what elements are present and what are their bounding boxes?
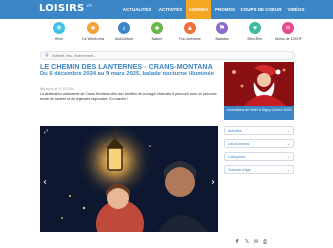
filter-lieu-cantons-select[interactable]: Lieu/Cantons ⌄ bbox=[224, 139, 294, 148]
article-hero-image[interactable]: ⤢ ‹ › bbox=[40, 126, 218, 232]
nav-item-promos[interactable]: PROMOS bbox=[212, 0, 238, 19]
search-input[interactable] bbox=[52, 52, 282, 59]
nav-item-actualites[interactable]: ACTUALITÉS bbox=[120, 0, 154, 19]
nav-item-agenda[interactable]: AGENDA bbox=[186, 0, 211, 19]
wellness-icon: ♥ bbox=[249, 22, 261, 34]
article-date: Mis à jour le 17.10.2024 bbox=[40, 87, 75, 91]
filter-activites-select[interactable]: Activités ⌄ bbox=[224, 126, 294, 135]
print-icon[interactable]: ⎙ bbox=[263, 239, 267, 245]
logo-text: LOISIRS bbox=[39, 3, 85, 14]
filter-categories-select[interactable]: Catégories ⌄ bbox=[224, 152, 294, 161]
category-label: Art&Culture bbox=[114, 37, 134, 41]
chevron-down-icon: ⌄ bbox=[286, 154, 290, 159]
select-value: Lieu/Cantons bbox=[228, 142, 250, 146]
select-value: Catégories bbox=[228, 155, 246, 159]
category-label: Ce Week-end bbox=[82, 37, 104, 41]
ad-caption: Animations de Noël à Signy Centre 2024 bbox=[224, 106, 294, 120]
price-icon: ¤ bbox=[282, 22, 294, 34]
category-label: Nature bbox=[151, 37, 163, 41]
category-nature[interactable]: ♣ Nature bbox=[144, 22, 170, 41]
leaf-icon: ♣ bbox=[151, 22, 163, 34]
category-label: Fun-Aventure bbox=[179, 37, 201, 41]
email-icon[interactable]: ✉ bbox=[254, 239, 258, 245]
site-logo[interactable]: LOISIRS.ch bbox=[39, 3, 92, 14]
select-value: Activités bbox=[228, 129, 242, 133]
select-value: Tranche d'âge bbox=[228, 168, 251, 172]
article-description: La destination valaisanne de Crans-Monta… bbox=[40, 92, 217, 101]
category-bar: ❄ Hiver ★ Ce Week-end ♪ Art&Culture ♣ Na… bbox=[0, 19, 333, 48]
category-label: Bien-Être bbox=[247, 37, 263, 41]
category-moins-de-10chf[interactable]: ¤ Moins de 10CHF bbox=[275, 22, 302, 41]
category-hiver[interactable]: ❄ Hiver bbox=[46, 22, 72, 41]
nav-item-coups-de-coeur[interactable]: COUPS DE COEUR bbox=[239, 0, 283, 19]
chevron-down-icon: ⌄ bbox=[286, 128, 290, 133]
article-subtitle: Du 6 décembre 2024 au 9 mars 2025, balad… bbox=[40, 71, 214, 77]
next-arrow-icon[interactable]: › bbox=[211, 178, 215, 188]
category-label: Balades bbox=[215, 37, 229, 41]
category-label: Hiver bbox=[54, 37, 64, 41]
category-art-culture[interactable]: ♪ Art&Culture bbox=[111, 22, 137, 41]
snowflake-icon: ❄ bbox=[53, 22, 65, 34]
hiking-icon: ⚑ bbox=[216, 22, 228, 34]
previous-arrow-icon[interactable]: ‹ bbox=[43, 178, 47, 188]
chevron-down-icon: ⌄ bbox=[286, 141, 290, 146]
weekend-icon: ★ bbox=[87, 22, 99, 34]
category-label: Moins de 10CHF bbox=[275, 37, 302, 41]
sidebar-ad-banner[interactable]: Animations de Noël à Signy Centre 2024 bbox=[224, 62, 294, 120]
santa-photo bbox=[224, 62, 294, 106]
facebook-icon[interactable]: f bbox=[236, 239, 238, 245]
art-icon: ♪ bbox=[118, 22, 130, 34]
expand-icon[interactable]: ⤢ bbox=[44, 129, 48, 135]
search-icon[interactable]: ⚲ bbox=[45, 53, 49, 59]
category-ce-week-end[interactable]: ★ Ce Week-end bbox=[80, 22, 106, 41]
category-bien-etre[interactable]: ♥ Bien-Être bbox=[242, 22, 268, 41]
search-bar: ⚲ bbox=[40, 51, 295, 60]
article-title: LE CHEMIN DES LANTERNES - CRANS-MONTANA bbox=[40, 62, 213, 71]
category-fun-aventure[interactable]: ▲ Fun-Aventure bbox=[177, 22, 203, 41]
top-navigation-bar: LOISIRS.ch ACTUALITÉS ACTIVITÉS AGENDA P… bbox=[0, 0, 333, 19]
logo-suffix: .ch bbox=[85, 3, 93, 8]
nav-item-activites[interactable]: ACTIVITÉS bbox=[156, 0, 185, 19]
filter-tranche-age-select[interactable]: Tranche d'âge ⌄ bbox=[224, 165, 294, 174]
twitter-icon[interactable]: 𝕏 bbox=[245, 239, 249, 245]
category-balades[interactable]: ⚑ Balades bbox=[209, 22, 235, 41]
chevron-down-icon: ⌄ bbox=[286, 167, 290, 172]
adventure-icon: ▲ bbox=[184, 22, 196, 34]
lantern-photo bbox=[40, 126, 218, 232]
nav-item-videos[interactable]: VIDÉOS bbox=[284, 0, 308, 19]
